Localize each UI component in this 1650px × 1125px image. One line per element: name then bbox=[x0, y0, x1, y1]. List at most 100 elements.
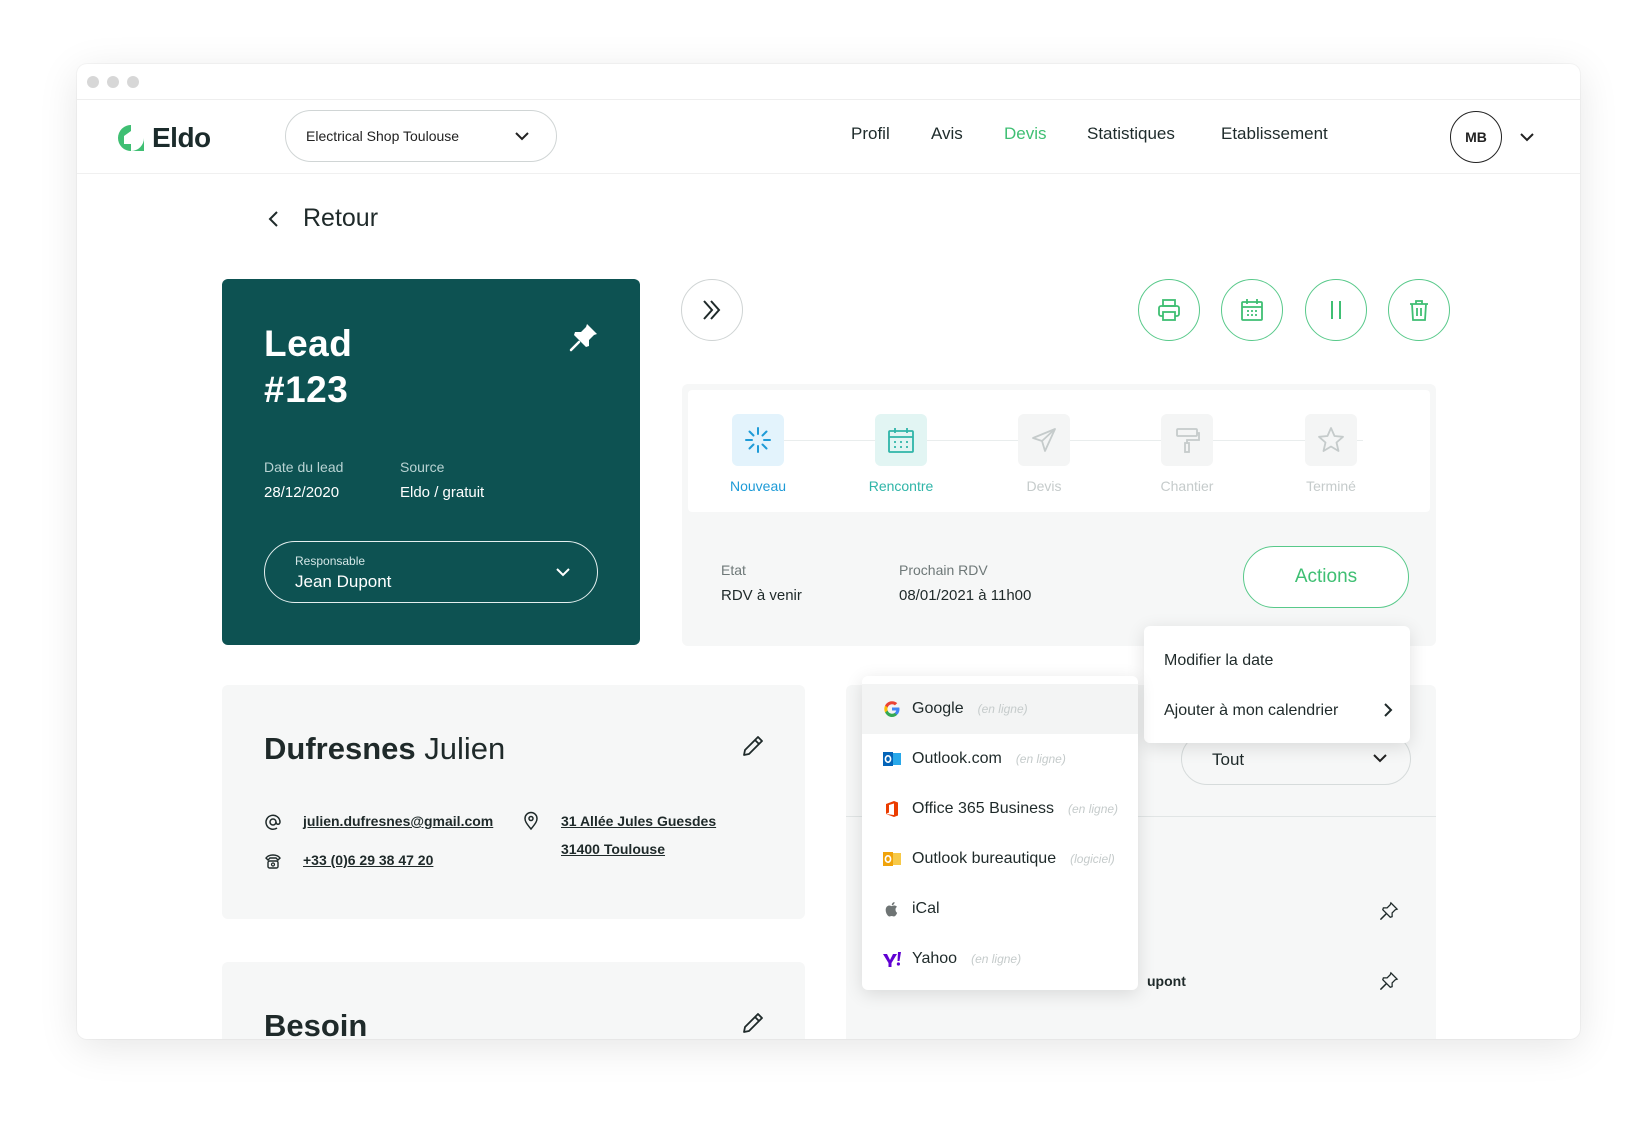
window-close-dot[interactable] bbox=[87, 76, 99, 88]
double-chevron-right-icon bbox=[703, 300, 721, 320]
step-nouveau[interactable]: Nouveau bbox=[698, 414, 818, 494]
lead-number: #123 bbox=[264, 369, 349, 410]
rdv-label: Prochain RDV bbox=[899, 562, 988, 578]
fast-forward-button[interactable] bbox=[681, 279, 743, 341]
pencil-icon[interactable] bbox=[740, 1010, 766, 1036]
progress-steps: Nouveau Rencontre Devis Chantier Terminé bbox=[688, 390, 1430, 512]
account-chevron-down-icon[interactable] bbox=[1519, 129, 1535, 145]
responsable-value: Jean Dupont bbox=[295, 572, 392, 591]
calendar-option-note: (en ligne) bbox=[977, 702, 1028, 716]
chevron-down-icon bbox=[1373, 754, 1387, 763]
contact-first-name: Julien bbox=[424, 731, 506, 766]
step-termine[interactable]: Terminé bbox=[1271, 414, 1391, 494]
step-label: Chantier bbox=[1160, 478, 1214, 494]
calendar-option-name: iCal bbox=[912, 900, 940, 917]
calendar-option-name: Yahoo bbox=[912, 950, 958, 967]
calendar-icon bbox=[875, 414, 927, 466]
calendar-option-note: (en ligne) bbox=[1015, 752, 1066, 766]
yahoo-icon bbox=[882, 949, 902, 969]
printer-icon bbox=[1158, 299, 1180, 321]
contact-email-link[interactable]: julien.dufresnes@gmail.com bbox=[303, 813, 493, 829]
step-devis[interactable]: Devis bbox=[984, 414, 1104, 494]
lead-source-value: Eldo / gratuit bbox=[400, 484, 485, 501]
calendar-option-yahoo[interactable]: Yahoo (en ligne) bbox=[862, 934, 1138, 984]
history-filter-value: Tout bbox=[1212, 750, 1245, 769]
calendar-option-name: Google bbox=[912, 700, 964, 717]
lead-date-label: Date du lead bbox=[264, 459, 344, 475]
calendar-option-name: Outlook bureautique bbox=[912, 850, 1057, 867]
calendar-submenu: Google (en ligne) Outlook.com (en ligne) O… bbox=[862, 676, 1138, 990]
window-maximize-dot[interactable] bbox=[127, 76, 139, 88]
window-titlebar bbox=[77, 64, 1580, 100]
besoin-card: Besoin bbox=[222, 962, 805, 1039]
calendar-option-google[interactable]: Google (en ligne) bbox=[862, 684, 1138, 734]
paper-plane-icon bbox=[1018, 414, 1070, 466]
location-pin-icon bbox=[524, 811, 538, 831]
calendar-option-name: Office 365 Business bbox=[912, 800, 1055, 817]
actions-button[interactable]: Actions bbox=[1243, 546, 1409, 608]
step-label: Nouveau bbox=[729, 478, 787, 494]
shop-select[interactable]: Electrical Shop Toulouse bbox=[285, 110, 557, 162]
print-button[interactable] bbox=[1138, 279, 1200, 341]
chevron-right-icon bbox=[1384, 703, 1393, 717]
nav-profil[interactable]: Profil bbox=[851, 124, 890, 144]
back-link[interactable]: Retour bbox=[267, 204, 378, 233]
logo-text: Eldo bbox=[152, 122, 211, 153]
lead-title-line1: Lead bbox=[264, 323, 353, 364]
menu-item-ajouter-calendrier[interactable]: Ajouter à mon calendrier bbox=[1164, 702, 1338, 720]
top-navbar: Eldo Electrical Shop Toulouse Profil Avi… bbox=[77, 100, 1580, 174]
user-avatar[interactable]: MB bbox=[1450, 111, 1502, 163]
lead-card: Lead #123 Date du lead 28/12/2020 Source… bbox=[222, 279, 640, 645]
window-minimize-dot[interactable] bbox=[107, 76, 119, 88]
pin-outline-icon[interactable] bbox=[1379, 971, 1399, 991]
lead-source-label: Source bbox=[400, 459, 445, 475]
menu-item-modifier-date[interactable]: Modifier la date bbox=[1164, 652, 1273, 670]
besoin-title: Besoin bbox=[264, 1008, 368, 1039]
calendar-option-note: (logiciel) bbox=[1070, 852, 1115, 866]
calendar-option-ical[interactable]: iCal bbox=[862, 884, 1138, 934]
calendar-option-outlook-com[interactable]: Outlook.com (en ligne) bbox=[862, 734, 1138, 784]
shop-select-value: Electrical Shop Toulouse bbox=[306, 128, 460, 144]
contact-card: Dufresnes Julien julien.dufresnes@gmail.… bbox=[222, 685, 805, 919]
step-chantier[interactable]: Chantier bbox=[1127, 414, 1247, 494]
pin-icon[interactable] bbox=[568, 321, 600, 353]
avatar-initials: MB bbox=[1465, 129, 1487, 145]
calendar-icon bbox=[1241, 299, 1263, 321]
calendar-option-outlook-desktop[interactable]: Outlook bureautique (logiciel) bbox=[862, 834, 1138, 884]
contact-address-line1[interactable]: 31 Allée Jules Guesdes bbox=[561, 813, 716, 829]
pencil-icon[interactable] bbox=[740, 733, 766, 759]
chevron-down-icon bbox=[556, 568, 570, 577]
outlook-icon bbox=[882, 749, 902, 769]
step-rencontre[interactable]: Rencontre bbox=[841, 414, 961, 494]
nav-avis[interactable]: Avis bbox=[931, 124, 963, 144]
eldo-logo[interactable]: Eldo bbox=[116, 122, 211, 154]
nav-statistiques[interactable]: Statistiques bbox=[1087, 124, 1175, 144]
google-icon bbox=[882, 699, 902, 719]
pin-outline-icon[interactable] bbox=[1379, 901, 1399, 921]
step-label: Devis bbox=[1026, 478, 1062, 494]
nav-devis[interactable]: Devis bbox=[1004, 124, 1047, 144]
back-label: Retour bbox=[303, 204, 379, 232]
calendar-option-note: (en ligne) bbox=[1068, 802, 1119, 816]
star-icon bbox=[1305, 414, 1357, 466]
schedule-button[interactable] bbox=[1221, 279, 1283, 341]
lead-title: Lead #123 bbox=[264, 321, 352, 413]
calendar-option-office365[interactable]: Office 365 Business (en ligne) bbox=[862, 784, 1138, 834]
eldo-logo-icon bbox=[118, 125, 144, 151]
office-icon bbox=[882, 799, 902, 819]
contact-address-line2[interactable]: 31400 Toulouse bbox=[561, 841, 665, 857]
pause-icon bbox=[1331, 301, 1341, 319]
calendar-option-name: Outlook.com bbox=[912, 750, 1002, 767]
responsable-select[interactable]: Responsable Jean Dupont bbox=[264, 541, 598, 603]
responsable-label: Responsable bbox=[295, 554, 366, 568]
delete-button[interactable] bbox=[1388, 279, 1450, 341]
nav-etablissement[interactable]: Etablissement bbox=[1221, 124, 1328, 144]
chevron-left-icon bbox=[268, 210, 278, 227]
lead-date-value: 28/12/2020 bbox=[264, 484, 340, 501]
etat-value: RDV à venir bbox=[721, 587, 802, 604]
calendar-option-note: (en ligne) bbox=[971, 952, 1022, 966]
contact-last-name: Dufresnes bbox=[264, 731, 416, 766]
at-icon bbox=[265, 814, 281, 830]
contact-phone-link[interactable]: +33 (0)6 29 38 47 20 bbox=[303, 852, 433, 868]
pause-button[interactable] bbox=[1305, 279, 1367, 341]
